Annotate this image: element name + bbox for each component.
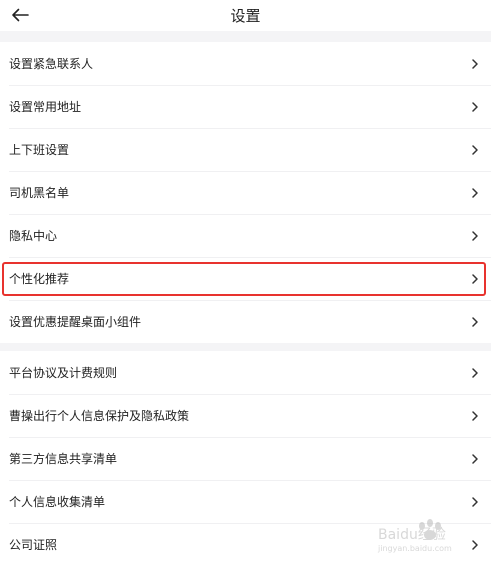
settings-item-company-license[interactable]: 公司证照: [0, 523, 491, 566]
settings-item-label: 个人信息收集清单: [9, 495, 106, 509]
chevron-right-icon: [471, 58, 479, 69]
settings-group-personal: 设置紧急联系人 设置常用地址 上下班设置 司机黑名单 隐私中心 个性化推荐 设置…: [0, 42, 491, 343]
settings-item-discount-widget[interactable]: 设置优惠提醒桌面小组件: [0, 300, 491, 343]
chevron-right-icon: [471, 539, 479, 550]
settings-item-info-collection[interactable]: 个人信息收集清单: [0, 480, 491, 523]
chevron-right-icon: [471, 453, 479, 464]
settings-item-label: 第三方信息共享清单: [9, 452, 118, 466]
chevron-right-icon: [471, 101, 479, 112]
chevron-right-icon: [471, 316, 479, 327]
settings-item-label: 上下班设置: [9, 143, 70, 157]
settings-item-platform-agreement[interactable]: 平台协议及计费规则: [0, 351, 491, 394]
chevron-right-icon: [471, 187, 479, 198]
chevron-right-icon: [471, 367, 479, 378]
settings-item-label: 设置紧急联系人: [9, 57, 94, 71]
settings-group-legal: 平台协议及计费规则 曹操出行个人信息保护及隐私政策 第三方信息共享清单 个人信息…: [0, 351, 491, 569]
settings-item-label: 设置优惠提醒桌面小组件: [9, 315, 142, 329]
chevron-right-icon: [471, 410, 479, 421]
chevron-right-icon: [471, 496, 479, 507]
settings-item-label: 公司证照: [9, 538, 58, 552]
settings-item-label: 个性化推荐: [9, 272, 70, 286]
settings-item-label: 司机黑名单: [9, 186, 70, 200]
page-title: 设置: [230, 7, 261, 25]
chevron-right-icon: [471, 230, 479, 241]
settings-item-label: 曹操出行个人信息保护及隐私政策: [9, 409, 190, 423]
chevron-right-icon: [471, 273, 479, 284]
settings-item-privacy-policy[interactable]: 曹操出行个人信息保护及隐私政策: [0, 394, 491, 437]
settings-item-common-address[interactable]: 设置常用地址: [0, 85, 491, 128]
settings-item-driver-blacklist[interactable]: 司机黑名单: [0, 171, 491, 214]
top-navigation-bar: 设置: [0, 0, 491, 31]
settings-item-label: 隐私中心: [9, 229, 58, 243]
settings-item-personalized-recommendation[interactable]: 个性化推荐: [0, 257, 491, 300]
chevron-right-icon: [471, 144, 479, 155]
settings-item-emergency-contact[interactable]: 设置紧急联系人: [0, 42, 491, 85]
settings-item-label: 平台协议及计费规则: [9, 366, 118, 380]
settings-item-commute[interactable]: 上下班设置: [0, 128, 491, 171]
settings-item-third-party-sharing[interactable]: 第三方信息共享清单: [0, 437, 491, 480]
settings-item-privacy-center[interactable]: 隐私中心: [0, 214, 491, 257]
settings-item-label: 设置常用地址: [9, 100, 82, 114]
